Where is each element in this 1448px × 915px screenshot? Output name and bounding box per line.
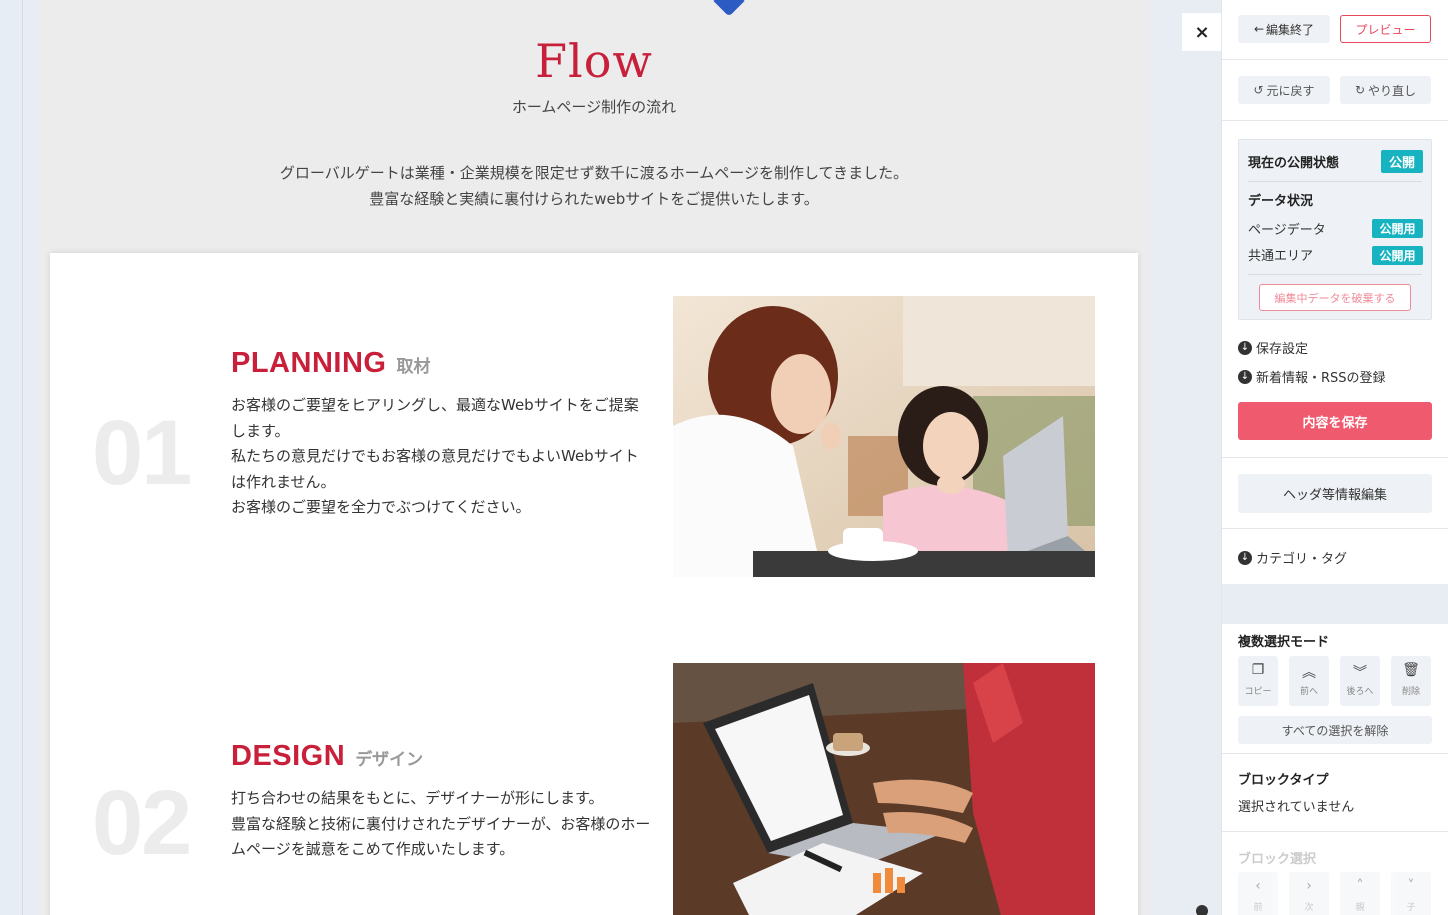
download-circle-icon: ↓ <box>1238 550 1252 565</box>
save-settings-link[interactable]: ↓ 保存設定 <box>1238 338 1308 357</box>
preview-button[interactable]: プレビュー <box>1340 15 1431 43</box>
divider <box>1222 753 1448 754</box>
end-edit-label: 編集終了 <box>1266 22 1315 37</box>
step-number: 02 <box>92 772 192 874</box>
panel-spacer <box>1222 584 1448 624</box>
step-description-text: 打ち合わせの結果をもとに、デザイナーが形にします。 豊富な経験と技術に裏付けされ… <box>231 789 651 858</box>
multi-select-title: 複数選択モード <box>1238 635 1330 650</box>
common-area-label: 共通エリア <box>1248 249 1314 264</box>
laptop-work-photo <box>673 663 1095 915</box>
trash-icon: 🗑 <box>1402 662 1420 678</box>
block-type-value: 選択されていません <box>1238 800 1355 815</box>
header-edit-button[interactable]: ヘッダ等情報編集 <box>1238 474 1432 513</box>
step-title-sub: デザイン <box>355 750 424 770</box>
data-status-label: データ状況 <box>1248 194 1314 209</box>
divider <box>1222 59 1448 60</box>
copy-label: コピー <box>1244 687 1272 697</box>
block-parent-button[interactable]: ˄ 親 <box>1340 872 1380 915</box>
chevron-right-icon: › <box>1306 878 1312 894</box>
step-description: お客様のご要望をヒアリングし、最適なWebサイトをご提案します。 私たちの意見だ… <box>231 393 651 521</box>
section-subtitle: ホームページ制作の流れ <box>511 98 677 116</box>
step-title: PLANNING 取材 <box>231 347 430 380</box>
publish-state-label: 現在の公開状態 <box>1248 156 1340 171</box>
delete-button[interactable]: 🗑 削除 <box>1391 656 1431 706</box>
redo-icon: ↻ <box>1354 83 1366 97</box>
location-pin-icon <box>713 0 745 17</box>
copy-button[interactable]: ❐ コピー <box>1238 656 1278 706</box>
page-data-label: ページデータ <box>1248 223 1326 238</box>
page-preview: Flow ホームページ制作の流れ グローバルゲートは業種・企業規模を限定せず数千… <box>38 0 1150 915</box>
download-circle-icon: ↓ <box>1238 369 1252 384</box>
download-circle-icon: ↓ <box>1238 340 1252 355</box>
chevron-up-icon: ˄ <box>1356 878 1364 894</box>
divider <box>1222 528 1448 529</box>
block-type-title: ブロックタイプ <box>1238 773 1329 788</box>
move-backward-button[interactable]: ︾ 後ろへ <box>1340 656 1380 706</box>
double-chevron-up-icon: ︽ <box>1302 665 1316 681</box>
publish-state-badge: 公開 <box>1381 150 1423 173</box>
left-gutter <box>0 0 23 915</box>
block-select-title: ブロック選択 <box>1238 852 1317 867</box>
block-next-button[interactable]: › 次 <box>1289 872 1329 915</box>
section-title: Flow <box>535 34 653 88</box>
block-next-label: 次 <box>1304 903 1314 913</box>
gear-icon[interactable] <box>1196 905 1208 915</box>
end-edit-button[interactable]: ← 編集終了 <box>1238 15 1330 43</box>
flow-card: 01 PLANNING 取材 お客様のご要望をヒアリングし、最適なWebサイトをご… <box>50 253 1138 915</box>
save-settings-label: 保存設定 <box>1256 342 1309 357</box>
step-description: 打ち合わせの結果をもとに、デザイナーが形にします。 豊富な経験と技術に裏付けされ… <box>231 786 651 863</box>
undo-label: 元に戻す <box>1266 83 1315 98</box>
block-prev-button[interactable]: ‹ 前 <box>1238 872 1278 915</box>
section-intro: グローバルゲートは業種・企業規模を限定せず数千に渡るホームページを制作してきまし… <box>38 160 1150 212</box>
category-tag-label: カテゴリ・タグ <box>1256 552 1348 567</box>
step-number: 01 <box>92 402 192 504</box>
step-description-text: お客様のご要望をヒアリングし、最適なWebサイトをご提案します。 私たちの意見だ… <box>231 396 639 516</box>
move-forward-label: 前へ <box>1299 687 1318 697</box>
save-content-button[interactable]: 内容を保存 <box>1238 402 1432 440</box>
block-child-label: 子 <box>1406 903 1416 913</box>
rss-register-link[interactable]: ↓ 新着情報・RSSの登録 <box>1238 367 1386 386</box>
common-area-badge: 公開用 <box>1372 246 1423 265</box>
publish-status-box: 現在の公開状態 公開 データ状況 ページデータ 公開用 共通エリア 公開用 編集… <box>1238 139 1432 320</box>
redo-button[interactable]: ↻ やり直し <box>1340 76 1431 104</box>
rss-register-label: 新着情報・RSSの登録 <box>1256 371 1386 386</box>
undo-icon: ↺ <box>1253 83 1264 97</box>
undo-button[interactable]: ↺ 元に戻す <box>1238 76 1330 104</box>
divider <box>1248 181 1422 182</box>
double-chevron-down-icon: ︾ <box>1353 665 1367 681</box>
step-title-text: DESIGN <box>231 740 346 772</box>
clear-selection-button[interactable]: すべての選択を解除 <box>1238 716 1432 744</box>
move-backward-label: 後ろへ <box>1346 687 1374 697</box>
block-child-button[interactable]: ˅ 子 <box>1391 872 1431 915</box>
step-title: DESIGN デザイン <box>231 740 423 773</box>
intro-line-1: グローバルゲートは業種・企業規模を限定せず数千に渡るホームページを制作してきまし… <box>279 164 909 182</box>
divider <box>1222 831 1448 832</box>
divider <box>1222 457 1448 458</box>
block-prev-label: 前 <box>1253 903 1263 913</box>
copy-icon: ❐ <box>1251 662 1265 678</box>
move-forward-button[interactable]: ︽ 前へ <box>1289 656 1329 706</box>
page-data-badge: 公開用 <box>1372 219 1423 238</box>
divider <box>1222 120 1448 121</box>
divider <box>1248 274 1422 275</box>
chevron-down-icon: ˅ <box>1407 878 1415 894</box>
redo-label: やり直し <box>1368 83 1417 98</box>
delete-label: 削除 <box>1401 687 1420 697</box>
editor-panel: ← 編集終了 プレビュー ↺ 元に戻す ↻ やり直し 現在の公開状態 公開 デー… <box>1221 0 1448 915</box>
block-parent-label: 親 <box>1355 903 1365 913</box>
intro-line-2: 豊富な経験と実績に裏付けられたwebサイトをご提供いたします。 <box>369 190 819 208</box>
arrow-left-icon: ← <box>1253 22 1265 36</box>
step-title-text: PLANNING <box>231 347 387 379</box>
step-title-sub: 取材 <box>396 357 431 377</box>
chevron-left-icon: ‹ <box>1255 878 1261 894</box>
close-icon[interactable]: × <box>1182 13 1222 51</box>
discard-edits-button[interactable]: 編集中データを破棄する <box>1259 284 1411 311</box>
meeting-photo <box>673 296 1095 577</box>
category-tag-link[interactable]: ↓ カテゴリ・タグ <box>1238 548 1347 567</box>
